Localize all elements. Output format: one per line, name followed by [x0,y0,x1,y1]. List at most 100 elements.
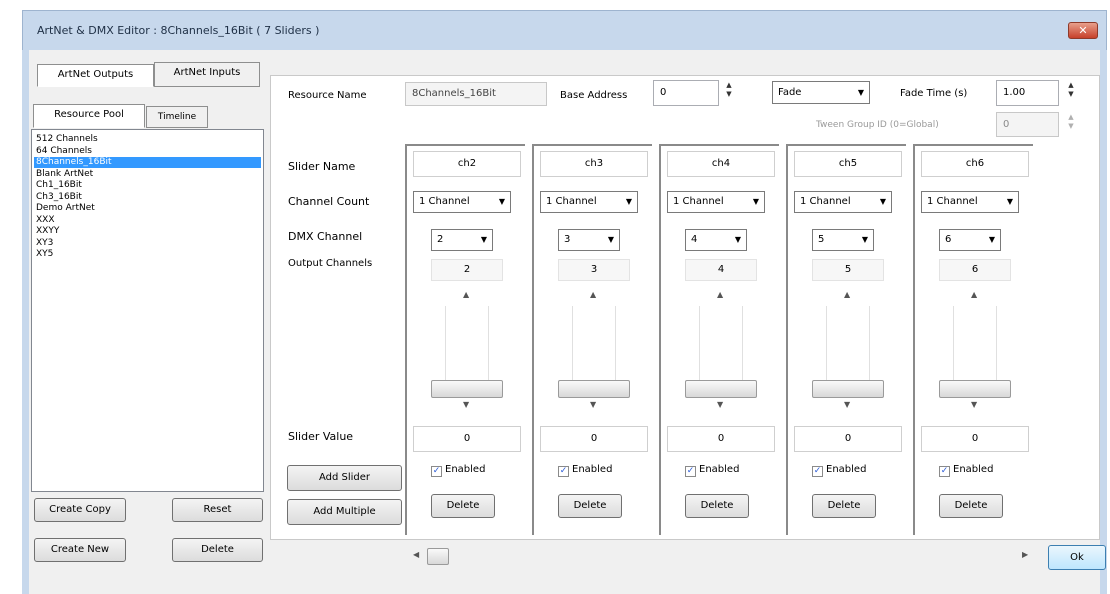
tab-resource-pool[interactable]: Resource Pool [33,104,145,128]
slider-down-icon[interactable]: ▼ [971,400,977,409]
channel-count-select[interactable]: 1 Channel ▼ [413,191,511,213]
channel-count-select[interactable]: 1 Channel ▼ [921,191,1019,213]
enabled-checkbox[interactable]: ✓ Enabled [431,464,485,477]
spin-down-icon: ▼ [1068,122,1074,130]
delete-slider-button[interactable]: Delete [812,494,876,518]
slider-down-icon[interactable]: ▼ [590,400,596,409]
slider-up-icon[interactable]: ▲ [590,290,596,299]
vertical-slider[interactable]: ▲ ▼ [939,286,1011,409]
checkmark-icon[interactable]: ✓ [431,466,442,477]
list-item[interactable]: Demo ArtNet [34,203,261,214]
enabled-label: Enabled [572,464,613,475]
delete-slider-button[interactable]: Delete [558,494,622,518]
list-item[interactable]: 8Channels_16Bit [34,157,261,168]
fade-time-input[interactable]: 1.00 [996,80,1059,106]
resource-name-field[interactable]: 8Channels_16Bit [405,82,547,106]
tween-group-spinner[interactable]: ▲ ▼ [1065,113,1077,141]
delete-slider-button[interactable]: Delete [431,494,495,518]
base-address-input[interactable]: 0 [653,80,719,106]
list-item[interactable]: 64 Channels [34,146,261,157]
list-item[interactable]: XY3 [34,238,261,249]
ok-button[interactable]: Ok [1048,545,1106,570]
delete-slider-button[interactable]: Delete [685,494,749,518]
chevron-down-icon: ▼ [752,197,759,206]
vertical-slider[interactable]: ▲ ▼ [812,286,884,409]
slider-thumb[interactable] [558,380,630,398]
create-new-button[interactable]: Create New [34,538,126,562]
slider-value-input[interactable]: 0 [413,426,521,452]
output-channels-value: 6 [939,259,1011,281]
slider-up-icon[interactable]: ▲ [844,290,850,299]
add-multiple-button[interactable]: Add Multiple [287,499,402,525]
list-item[interactable]: Blank ArtNet [34,169,261,180]
scroll-right-icon[interactable]: ▶ [1022,550,1028,559]
channel-count-select[interactable]: 1 Channel ▼ [794,191,892,213]
slider-thumb[interactable] [685,380,757,398]
checkmark-icon[interactable]: ✓ [939,466,950,477]
list-item[interactable]: 512 Channels [34,134,261,145]
delete-resource-button[interactable]: Delete [172,538,263,562]
slider-column: ch3 1 Channel ▼ 3 ▼ 3 ▲ ▼ 0 ✓ Enabled Delete [532,144,652,535]
slider-name-input[interactable]: ch4 [667,151,775,177]
list-item[interactable]: Ch1_16Bit [34,180,261,191]
slider-up-icon[interactable]: ▲ [717,290,723,299]
delete-slider-button[interactable]: Delete [939,494,1003,518]
fade-time-spinner[interactable]: ▲ ▼ [1065,81,1077,109]
slider-down-icon[interactable]: ▼ [463,400,469,409]
slider-value-input[interactable]: 0 [794,426,902,452]
scroll-left-icon[interactable]: ◀ [413,550,419,559]
slider-up-icon[interactable]: ▲ [463,290,469,299]
slider-value-input[interactable]: 0 [540,426,648,452]
slider-thumb[interactable] [939,380,1011,398]
spin-up-icon: ▲ [1068,81,1074,89]
slider-name-input[interactable]: ch2 [413,151,521,177]
list-item[interactable]: XXX [34,215,261,226]
create-copy-button[interactable]: Create Copy [34,498,126,522]
channel-count-select[interactable]: 1 Channel ▼ [540,191,638,213]
dmx-channel-select[interactable]: 2 ▼ [431,229,493,251]
enabled-checkbox[interactable]: ✓ Enabled [558,464,612,477]
transition-mode-select[interactable]: Fade ▼ [772,81,870,104]
base-address-spinner[interactable]: ▲ ▼ [723,81,735,109]
add-slider-button[interactable]: Add Slider [287,465,402,491]
enabled-label: Enabled [826,464,867,475]
slider-value-input[interactable]: 0 [921,426,1029,452]
dmx-channel-select[interactable]: 5 ▼ [812,229,874,251]
slider-name-input[interactable]: ch6 [921,151,1029,177]
slider-down-icon[interactable]: ▼ [717,400,723,409]
slider-name-input[interactable]: ch3 [540,151,648,177]
slider-up-icon[interactable]: ▲ [971,290,977,299]
output-channels-value: 2 [431,259,503,281]
slider-value-input[interactable]: 0 [667,426,775,452]
dmx-channel-select[interactable]: 4 ▼ [685,229,747,251]
scroll-thumb[interactable] [427,548,449,565]
list-item[interactable]: Ch3_16Bit [34,192,261,203]
tab-artnet-inputs[interactable]: ArtNet Inputs [154,62,260,87]
vertical-slider[interactable]: ▲ ▼ [685,286,757,409]
tab-artnet-outputs[interactable]: ArtNet Outputs [37,64,154,87]
slider-down-icon[interactable]: ▼ [844,400,850,409]
enabled-checkbox[interactable]: ✓ Enabled [812,464,866,477]
reset-button[interactable]: Reset [172,498,263,522]
list-item[interactable]: XY5 [34,249,261,260]
slider-name-input[interactable]: ch5 [794,151,902,177]
checkmark-icon[interactable]: ✓ [685,466,696,477]
resource-list[interactable]: 512 Channels 64 Channels 8Channels_16Bit Bl… [31,129,264,492]
vertical-slider[interactable]: ▲ ▼ [558,286,630,409]
enabled-checkbox[interactable]: ✓ Enabled [939,464,993,477]
checkmark-icon[interactable]: ✓ [812,466,823,477]
dmx-channel-select[interactable]: 3 ▼ [558,229,620,251]
slider-thumb[interactable] [431,380,503,398]
slider-thumb[interactable] [812,380,884,398]
channel-count-select[interactable]: 1 Channel ▼ [667,191,765,213]
close-button[interactable]: ✕ [1068,22,1098,39]
tween-group-input[interactable]: 0 [996,112,1059,137]
checkmark-icon[interactable]: ✓ [558,466,569,477]
horizontal-scrollbar[interactable]: ◀ ▶ [405,548,1035,565]
vertical-slider[interactable]: ▲ ▼ [431,286,503,409]
base-address-label: Base Address [560,90,628,101]
tab-timeline[interactable]: Timeline [146,106,208,128]
enabled-checkbox[interactable]: ✓ Enabled [685,464,739,477]
dmx-channel-select[interactable]: 6 ▼ [939,229,1001,251]
list-item[interactable]: XXYY [34,226,261,237]
